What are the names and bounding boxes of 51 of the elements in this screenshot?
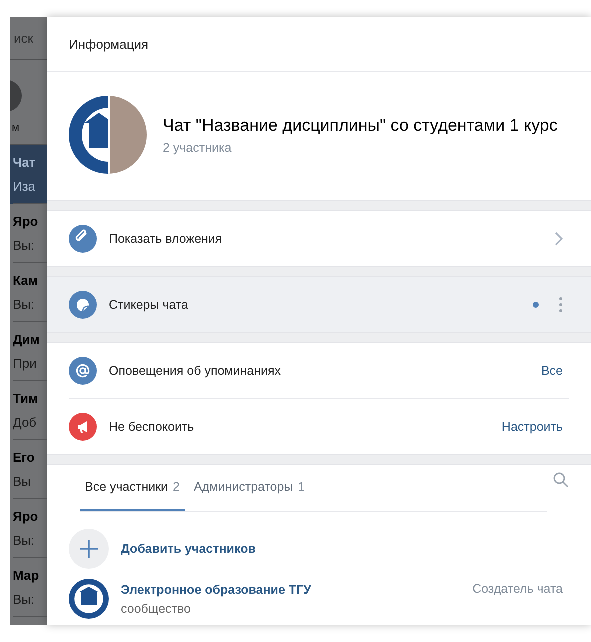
- chat-name: Яро: [13, 214, 40, 229]
- members-tab[interactable]: Администраторы 1: [189, 464, 310, 510]
- chat-list-item[interactable]: Его Вы: [10, 440, 47, 499]
- chat-preview: Вы:: [13, 533, 36, 548]
- members-tab[interactable]: Все участники 2: [80, 464, 185, 510]
- chat-list-item[interactable]: Яро Вы:: [10, 204, 47, 263]
- modal-title: Информация: [69, 36, 149, 52]
- settings-row[interactable]: Оповещения об упоминаниях Все: [47, 343, 591, 398]
- chat-name: Тим: [13, 391, 40, 406]
- chat-name: Мар: [13, 568, 40, 583]
- chat-name: Его: [13, 450, 36, 465]
- chat-preview: Доб: [13, 415, 38, 430]
- chat-name: Чат: [13, 155, 37, 170]
- chat-preview: Вы: [13, 474, 32, 489]
- row-label: Оповещения об упоминаниях: [109, 364, 282, 378]
- member-subtitle: сообщество: [121, 602, 192, 616]
- chat-preview: При: [13, 356, 38, 371]
- story-label: м: [12, 122, 20, 134]
- settings-row[interactable]: Показать вложения: [47, 211, 591, 266]
- settings-row[interactable]: Не беспокоить Настроить: [47, 399, 591, 454]
- setting-value-link[interactable]: Настроить: [502, 420, 563, 434]
- member-count: 2 участника: [163, 141, 232, 155]
- add-members-link[interactable]: Добавить участников: [121, 542, 256, 556]
- add-member-button[interactable]: [69, 528, 109, 568]
- search-icon[interactable]: [553, 472, 569, 488]
- chat-name: Кам: [13, 273, 39, 288]
- chevron-right-icon: [555, 232, 563, 246]
- chat-preview: Иза: [13, 179, 37, 194]
- chat-title: Чат "Название дисциплины" со студентами 1 курс: [163, 115, 558, 137]
- chat-list-item[interactable]: Яро Вы:: [10, 499, 47, 558]
- row-label: Показать вложения: [109, 232, 224, 246]
- row-label: Стикеры чата: [109, 298, 190, 312]
- row-label: Не беспокоить: [109, 420, 196, 434]
- plus-icon: [79, 538, 99, 558]
- settings-row[interactable]: Стикеры чата: [47, 277, 591, 332]
- chat-list-item[interactable]: Кам Вы:: [10, 263, 47, 322]
- more-vertical-icon[interactable]: [559, 296, 563, 312]
- chat-list-item[interactable]: Мар Вы:: [10, 558, 47, 617]
- chat-name: Яро: [13, 509, 40, 524]
- chat-list-item[interactable]: Чат Иза: [10, 145, 47, 204]
- search-label[interactable]: иск: [14, 30, 34, 46]
- chat-preview: Вы:: [13, 297, 36, 312]
- chat-list-item[interactable]: Тим Доб: [10, 381, 47, 440]
- chat-preview: Вы:: [13, 238, 36, 253]
- chat-list-item[interactable]: Дим При: [10, 322, 47, 381]
- community-logo-icon: [69, 579, 109, 619]
- chat-name: Дим: [13, 332, 41, 347]
- member-role: Создатель чата: [472, 582, 563, 596]
- chat-preview: Вы:: [13, 592, 36, 607]
- member-name-link[interactable]: Электронное образование ТГУ: [121, 582, 461, 596]
- setting-value-link[interactable]: Все: [541, 364, 563, 378]
